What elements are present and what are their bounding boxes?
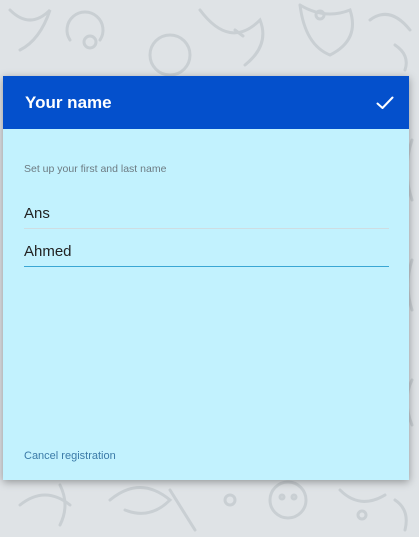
dialog-title: Your name <box>25 92 112 112</box>
name-dialog: Your name Set up your first and last nam… <box>3 76 409 480</box>
check-icon[interactable] <box>375 93 395 113</box>
last-name-input[interactable] <box>24 238 389 267</box>
form-hint: Set up your first and last name <box>24 163 167 175</box>
first-name-input[interactable] <box>24 200 389 229</box>
cancel-registration-link[interactable]: Cancel registration <box>24 450 116 462</box>
dialog-header: Your name <box>3 76 409 129</box>
